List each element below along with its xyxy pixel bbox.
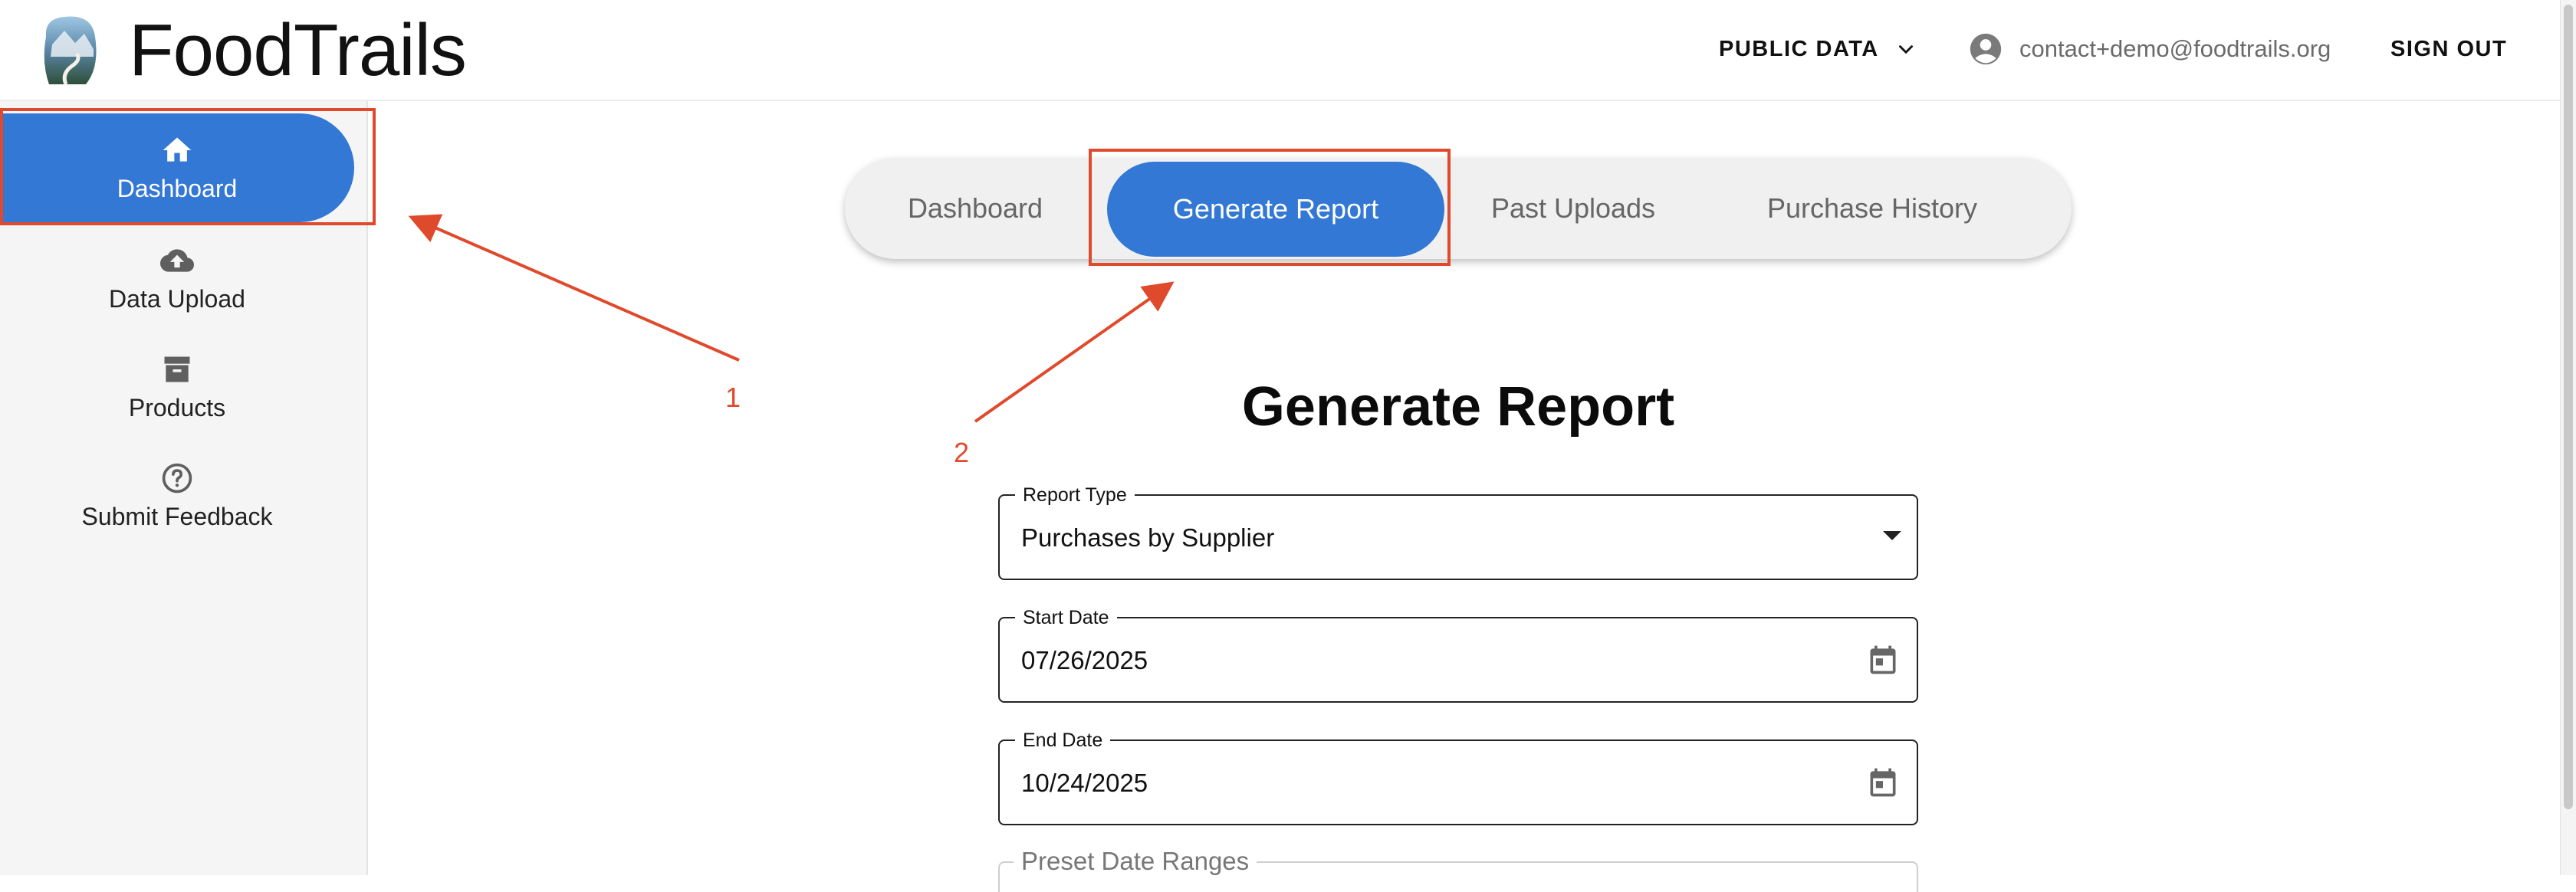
start-date-value: 07/26/2025: [1021, 646, 1148, 674]
sidebar-item-label: Data Upload: [109, 284, 245, 313]
app-title: FoodTrails: [129, 9, 467, 91]
page-scrollbar[interactable]: [2560, 0, 2576, 875]
preset-date-ranges-label: Preset Date Ranges: [1014, 848, 1257, 875]
sidebar-item-data-upload[interactable]: Data Upload: [0, 224, 354, 333]
page-title: Generate Report: [1241, 376, 1675, 438]
help-circle-icon: [162, 463, 192, 493]
end-date-value: 10/24/2025: [1021, 769, 1148, 797]
user-email: contact+demo@foodtrails.org: [2019, 35, 2331, 62]
annotation-label-2: 2: [954, 437, 970, 468]
start-date-field[interactable]: Start Date 07/26/2025: [998, 607, 1918, 703]
cloud-upload-icon: [160, 248, 194, 272]
report-type-label: Report Type: [1015, 484, 1135, 506]
annotation-arrow-1: [408, 214, 740, 362]
dropdown-arrow-icon: [1883, 531, 1901, 540]
start-date-label: Start Date: [1015, 607, 1117, 628]
sign-out-button[interactable]: SIGN OUT: [2390, 37, 2507, 62]
annotation-label-1: 1: [725, 382, 741, 413]
sidebar-item-label: Submit Feedback: [81, 502, 273, 530]
sidebar-item-submit-feedback[interactable]: Submit Feedback: [0, 441, 354, 550]
account-info[interactable]: contact+demo@foodtrails.org: [1969, 32, 2331, 66]
public-data-label: PUBLIC DATA: [1719, 37, 1879, 61]
end-date-label: End Date: [1015, 730, 1111, 751]
tab-past-uploads[interactable]: Past Uploads: [1474, 158, 1673, 259]
tab-dashboard[interactable]: Dashboard: [874, 158, 1076, 259]
chevron-down-icon: [1898, 44, 1913, 54]
calendar-icon[interactable]: [1866, 643, 1900, 677]
calendar-icon[interactable]: [1866, 766, 1900, 799]
end-date-field[interactable]: End Date 10/24/2025: [998, 730, 1918, 825]
foodtrails-logo-icon: [44, 16, 97, 85]
sidebar-item-products[interactable]: Products: [0, 333, 354, 441]
report-type-select[interactable]: Report Type Purchases by Supplier: [998, 484, 1918, 580]
archive-box-icon: [164, 356, 190, 382]
account-circle-icon: [1970, 33, 2002, 65]
public-data-dropdown[interactable]: PUBLIC DATA: [1719, 37, 1916, 62]
scrollbar-thumb[interactable]: [2564, 5, 2573, 809]
annotation-box-sidebar-dashboard: [0, 108, 376, 225]
report-type-value: Purchases by Supplier: [1021, 523, 1275, 552]
tab-purchase-history[interactable]: Purchase History: [1696, 158, 2049, 259]
annotation-box-generate-report-tab: [1089, 149, 1451, 266]
app-header: FoodTrails PUBLIC DATA contact+demo@food…: [0, 0, 2561, 101]
preset-date-ranges-group[interactable]: Preset Date Ranges: [998, 848, 1918, 892]
sidebar-item-label: Products: [128, 393, 226, 421]
report-tabs: Dashboard Generate Report Past Uploads P…: [845, 158, 2072, 259]
